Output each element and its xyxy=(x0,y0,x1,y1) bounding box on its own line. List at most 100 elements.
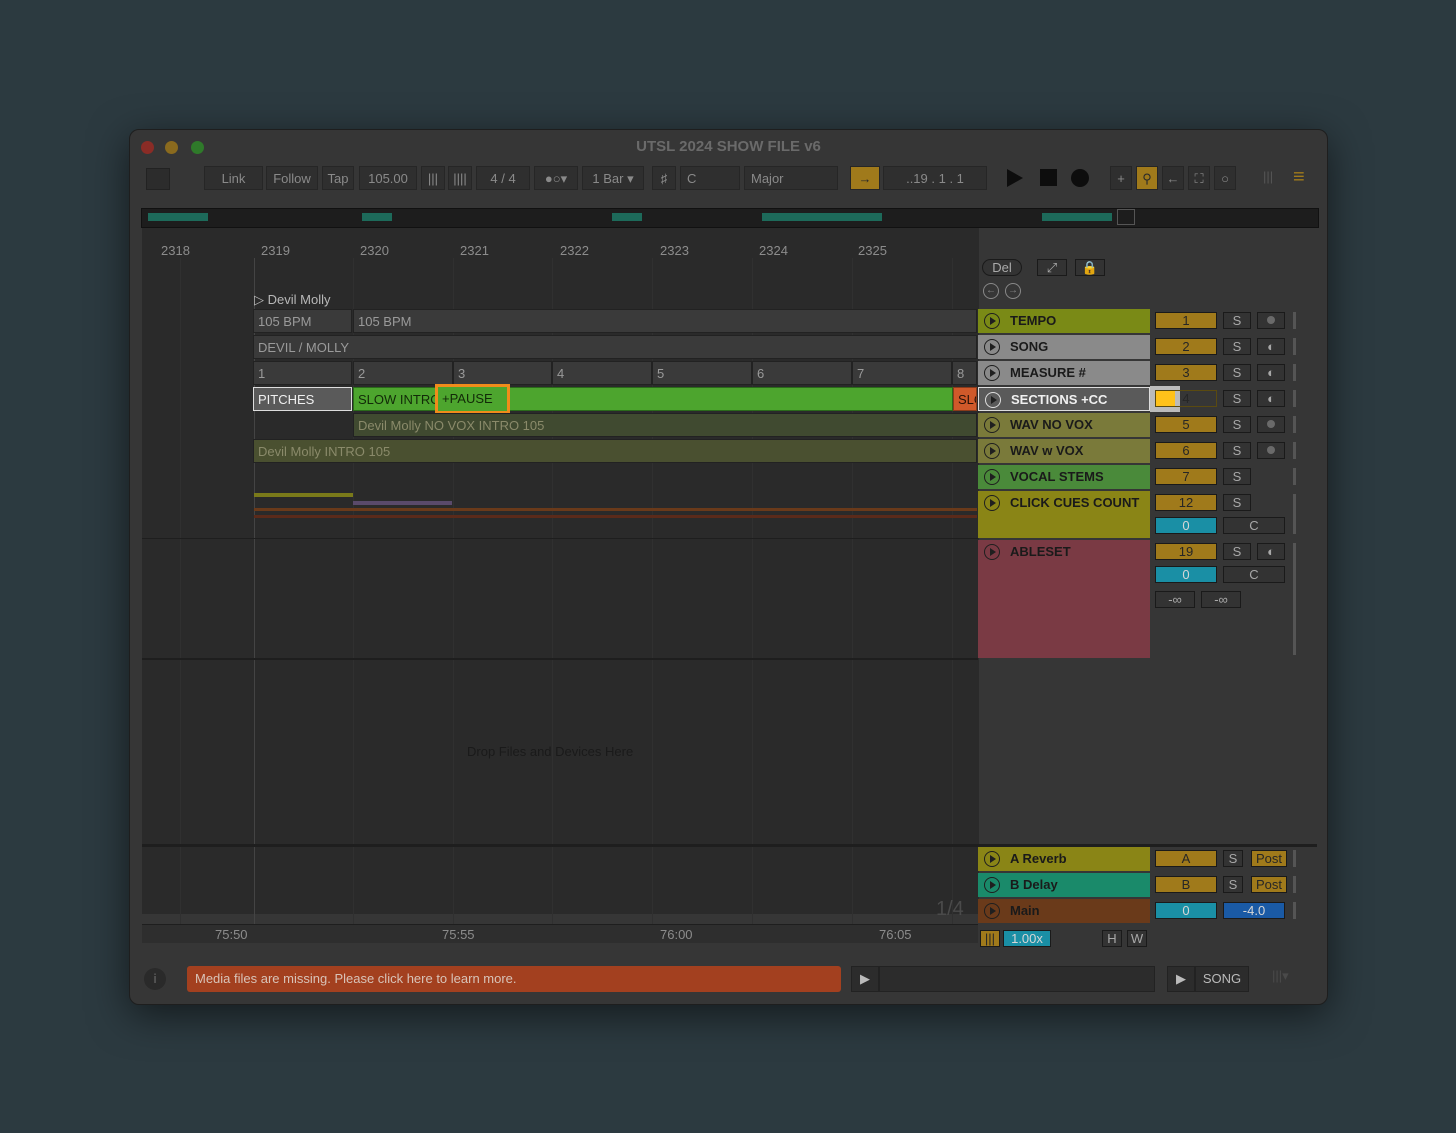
measure-clip[interactable]: 6 xyxy=(752,361,852,385)
song-play-icon[interactable]: ▶ xyxy=(1167,966,1195,992)
arm-button[interactable] xyxy=(1257,312,1285,329)
main-pan[interactable]: -4.0 xyxy=(1223,902,1285,919)
preview-play-icon[interactable]: ▶ xyxy=(851,966,879,992)
session-record-icon[interactable]: ○ xyxy=(1214,166,1236,190)
main-volume[interactable]: 0 xyxy=(1155,902,1217,919)
solo-button[interactable]: S xyxy=(1223,416,1251,433)
track-number[interactable]: 12 xyxy=(1155,494,1217,511)
track-volume[interactable]: 0 xyxy=(1155,517,1217,534)
song-label[interactable]: SONG xyxy=(1195,966,1249,992)
layout-toggle-icon[interactable] xyxy=(146,168,170,190)
track-header-ableset[interactable]: ABLESET xyxy=(978,540,1150,658)
track-header-wav-no-vox[interactable]: WAV NO VOX xyxy=(978,413,1150,437)
record-icon[interactable] xyxy=(1071,169,1089,187)
send-b-value[interactable]: -∞ xyxy=(1201,591,1241,608)
time-ruler[interactable] xyxy=(142,924,978,943)
track-volume[interactable]: 0 xyxy=(1155,566,1217,583)
track-number[interactable]: 7 xyxy=(1155,468,1217,485)
waveform-icon[interactable]: ||| xyxy=(980,930,1000,947)
track-fold-icon[interactable] xyxy=(984,443,1000,459)
track-number[interactable]: 19 xyxy=(1155,543,1217,560)
return-letter[interactable]: A xyxy=(1155,850,1217,867)
automation-arm-icon[interactable]: ⚲ xyxy=(1136,166,1158,190)
solo-button[interactable]: S xyxy=(1223,442,1251,459)
solo-button[interactable]: S xyxy=(1223,390,1251,407)
capture-icon[interactable]: ⛶ xyxy=(1188,166,1210,190)
meter-selector-icon[interactable]: |||▾ xyxy=(1272,968,1308,990)
crossfade-button[interactable]: C xyxy=(1223,517,1285,534)
missing-media-banner[interactable]: Media files are missing. Please click he… xyxy=(187,966,841,992)
measure-clip[interactable]: 7 xyxy=(852,361,952,385)
solo-button[interactable]: S xyxy=(1223,543,1251,560)
track-number[interactable]: 5 xyxy=(1155,416,1217,433)
slow-clip[interactable]: SLO xyxy=(953,387,977,411)
overview-viewport[interactable] xyxy=(1117,209,1135,225)
track-header-tempo[interactable]: TEMPO xyxy=(978,309,1150,333)
nudge-up-icon[interactable]: |||| xyxy=(448,166,472,190)
crossfade-button[interactable]: C xyxy=(1223,566,1285,583)
measure-clip[interactable]: 2 xyxy=(353,361,453,385)
stop-icon[interactable] xyxy=(1040,169,1057,186)
track-header-measure[interactable]: MEASURE # xyxy=(978,361,1150,385)
tempo-field[interactable]: 105.00 xyxy=(359,166,417,190)
arrangement-overview[interactable] xyxy=(141,208,1319,228)
link-button[interactable]: Link xyxy=(204,166,263,190)
track-fold-icon[interactable] xyxy=(985,392,1001,408)
time-signature[interactable]: 4 / 4 xyxy=(476,166,530,190)
track-number[interactable]: 6 xyxy=(1155,442,1217,459)
group-fold-icon[interactable] xyxy=(984,544,1000,560)
tempo-clip[interactable]: 105 BPM xyxy=(353,309,977,333)
track-fold-icon[interactable] xyxy=(984,339,1000,355)
measure-clip[interactable]: 5 xyxy=(652,361,752,385)
solo-button[interactable]: S xyxy=(1223,338,1251,355)
group-fold-icon[interactable] xyxy=(984,469,1000,485)
track-header-vocal-stems[interactable]: VOCAL STEMS xyxy=(978,465,1150,489)
next-locator-icon[interactable]: → xyxy=(1005,283,1021,299)
return-letter[interactable]: B xyxy=(1155,876,1217,893)
measure-clip[interactable]: 1 xyxy=(253,361,352,385)
track-fold-icon[interactable] xyxy=(984,903,1000,919)
track-header-wav-vox[interactable]: WAV w VOX xyxy=(978,439,1150,463)
nudge-down-icon[interactable]: ||| xyxy=(421,166,445,190)
play-icon[interactable] xyxy=(1007,169,1023,187)
prev-locator-icon[interactable]: ← xyxy=(983,283,999,299)
track-fold-icon[interactable] xyxy=(984,313,1000,329)
expand-icon[interactable]: ⤢ xyxy=(1037,259,1067,276)
monitor-icon[interactable]: ◐ xyxy=(1257,364,1285,381)
overdub-icon[interactable]: + xyxy=(1110,166,1132,190)
main-track-header[interactable]: Main xyxy=(978,899,1150,923)
h-toggle[interactable]: H xyxy=(1102,930,1122,947)
track-number[interactable]: 4 xyxy=(1155,390,1217,407)
track-fold-icon[interactable] xyxy=(984,365,1000,381)
solo-button[interactable]: S xyxy=(1223,364,1251,381)
return-header-delay[interactable]: B Delay xyxy=(978,873,1150,897)
preview-field[interactable] xyxy=(879,966,1155,992)
pitches-clip[interactable]: PITCHES xyxy=(253,387,352,411)
monitor-icon[interactable]: ◐ xyxy=(1257,390,1285,407)
zoom-value[interactable]: 1.00x xyxy=(1003,930,1051,947)
follow-arrow-icon[interactable]: → xyxy=(850,166,880,190)
menu-icon[interactable]: ≡ xyxy=(1293,167,1313,188)
track-fold-icon[interactable] xyxy=(984,417,1000,433)
wav-no-vox-clip[interactable]: Devil Molly NO VOX INTRO 105 xyxy=(353,413,977,437)
group-fold-icon[interactable] xyxy=(984,495,1000,511)
delete-button[interactable]: Del xyxy=(982,259,1022,276)
track-header-sections[interactable]: SECTIONS +CC xyxy=(978,387,1150,411)
arm-button[interactable] xyxy=(1257,416,1285,433)
return-header-reverb[interactable]: A Reverb xyxy=(978,847,1150,871)
metronome-icon[interactable]: ●○▾ xyxy=(534,166,578,190)
locator-marker[interactable]: ▷ Devil Molly xyxy=(254,292,330,308)
info-icon[interactable]: i xyxy=(144,968,166,990)
solo-button[interactable]: S xyxy=(1223,312,1251,329)
track-number[interactable]: 3 xyxy=(1155,364,1217,381)
song-clip[interactable]: DEVIL / MOLLY xyxy=(253,335,977,359)
solo-button[interactable]: S xyxy=(1223,468,1251,485)
measure-clip[interactable]: 8 xyxy=(952,361,977,385)
post-button[interactable]: Post xyxy=(1251,850,1287,867)
scale-mode-icon[interactable]: ♯ xyxy=(652,166,676,190)
track-header-song[interactable]: SONG xyxy=(978,335,1150,359)
track-number[interactable]: 2 xyxy=(1155,338,1217,355)
track-fold-icon[interactable] xyxy=(984,851,1000,867)
wav-vox-clip[interactable]: Devil Molly INTRO 105 xyxy=(253,439,977,463)
monitor-icon[interactable]: ◐ xyxy=(1257,338,1285,355)
